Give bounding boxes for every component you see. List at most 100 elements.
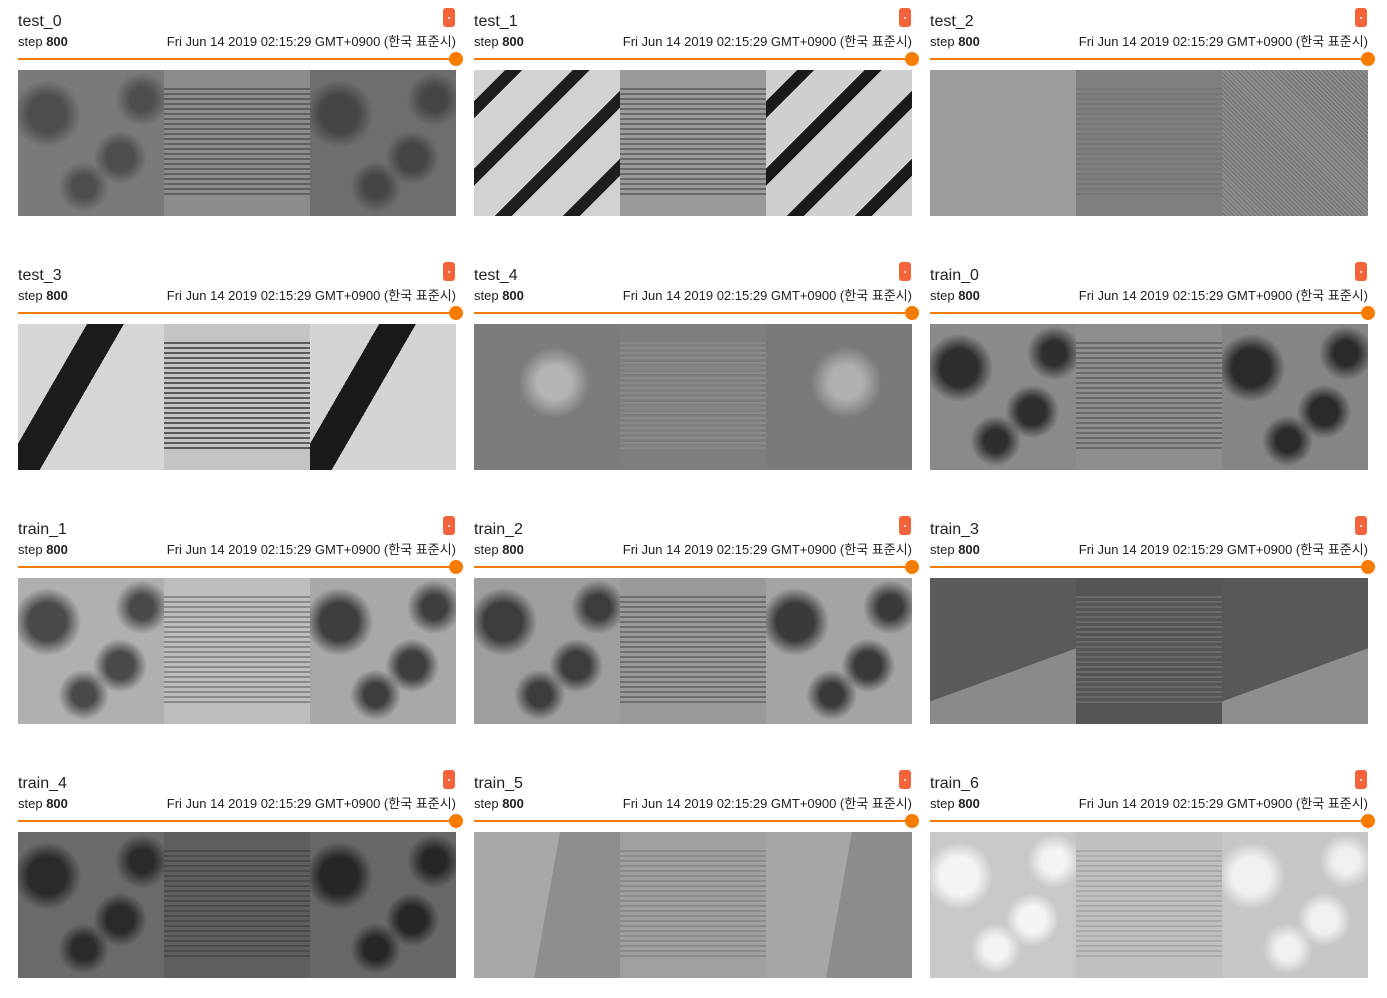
card-menu-icon[interactable] [1355,8,1367,27]
step-slider[interactable] [930,306,1375,320]
input-image [474,578,620,724]
step-slider[interactable] [18,560,463,574]
slider-knob[interactable] [1361,306,1375,320]
slider-knob[interactable] [905,52,919,66]
slider-knob[interactable] [905,814,919,828]
step-value: 800 [502,542,524,557]
card-timestamp: Fri Jun 14 2019 02:15:29 GMT+0900 (한국 표준… [622,542,912,557]
step-label: step [18,542,43,557]
step-indicator: step 800 [18,34,68,50]
slider-knob[interactable] [1361,560,1375,574]
step-slider[interactable] [930,814,1375,828]
step-value: 800 [46,796,68,811]
card-title: train_3 [930,521,979,538]
card-title: test_4 [474,267,518,284]
input-image [18,832,164,978]
card-menu-icon[interactable] [899,770,911,789]
input-image [474,324,620,470]
slider-knob[interactable] [449,306,463,320]
output-image [164,832,310,978]
slider-knob[interactable] [449,814,463,828]
step-indicator: step 800 [474,796,524,812]
card-menu-icon[interactable] [1355,262,1367,281]
step-slider[interactable] [18,52,463,66]
output-image [1076,578,1222,724]
target-image [1222,324,1368,470]
target-image [766,578,912,724]
step-value: 800 [46,542,68,557]
reconstruction-square [164,596,310,706]
card-timestamp: Fri Jun 14 2019 02:15:29 GMT+0900 (한국 표준… [622,288,912,303]
step-label: step [474,34,499,49]
card-timestamp: Fri Jun 14 2019 02:15:29 GMT+0900 (한국 표준… [1078,542,1368,557]
reconstruction-square [620,342,766,452]
image-strip [930,70,1368,216]
input-image [930,832,1076,978]
step-indicator: step 800 [18,288,68,304]
slider-knob[interactable] [905,306,919,320]
card-timestamp: Fri Jun 14 2019 02:15:29 GMT+0900 (한국 표준… [166,796,456,811]
image-card: train_5 step 800 Fri Jun 14 2019 02:15:2… [474,762,919,992]
card-menu-icon[interactable] [899,8,911,27]
step-slider[interactable] [930,52,1375,66]
image-strip [930,324,1368,470]
card-title: test_2 [930,13,974,30]
card-menu-icon[interactable] [899,516,911,535]
step-label: step [474,796,499,811]
slider-knob[interactable] [449,560,463,574]
step-slider[interactable] [18,306,463,320]
card-timestamp: Fri Jun 14 2019 02:15:29 GMT+0900 (한국 표준… [166,542,456,557]
image-strip [474,70,912,216]
output-image [1076,70,1222,216]
output-image [620,70,766,216]
slider-knob[interactable] [905,560,919,574]
step-slider[interactable] [930,560,1375,574]
target-image [1222,578,1368,724]
output-image [164,324,310,470]
step-slider[interactable] [474,814,919,828]
card-timestamp: Fri Jun 14 2019 02:15:29 GMT+0900 (한국 표준… [1078,288,1368,303]
image-strip [18,832,456,978]
card-menu-icon[interactable] [899,262,911,281]
input-image [474,832,620,978]
step-slider[interactable] [18,814,463,828]
slider-knob[interactable] [1361,52,1375,66]
reconstruction-square [620,850,766,960]
step-value: 800 [502,34,524,49]
image-strip [474,578,912,724]
output-image [1076,324,1222,470]
step-slider[interactable] [474,306,919,320]
step-slider[interactable] [474,560,919,574]
step-slider[interactable] [474,52,919,66]
slider-track [474,312,912,314]
target-image [310,832,456,978]
card-timestamp: Fri Jun 14 2019 02:15:29 GMT+0900 (한국 표준… [1078,34,1368,49]
image-card: train_0 step 800 Fri Jun 14 2019 02:15:2… [930,254,1375,484]
step-indicator: step 800 [474,542,524,558]
slider-knob[interactable] [449,52,463,66]
reconstruction-square [164,850,310,960]
card-menu-icon[interactable] [443,516,455,535]
reconstruction-square [1076,596,1222,706]
card-timestamp: Fri Jun 14 2019 02:15:29 GMT+0900 (한국 표준… [622,796,912,811]
target-image [310,578,456,724]
input-image [18,70,164,216]
card-menu-icon[interactable] [443,262,455,281]
step-indicator: step 800 [18,796,68,812]
slider-knob[interactable] [1361,814,1375,828]
card-menu-icon[interactable] [1355,770,1367,789]
card-menu-icon[interactable] [443,8,455,27]
step-label: step [930,542,955,557]
card-menu-icon[interactable] [443,770,455,789]
card-menu-icon[interactable] [1355,516,1367,535]
slider-track [18,820,456,822]
output-image [620,578,766,724]
input-image [930,578,1076,724]
target-image [766,324,912,470]
card-timestamp: Fri Jun 14 2019 02:15:29 GMT+0900 (한국 표준… [166,288,456,303]
step-value: 800 [958,796,980,811]
output-image [1076,832,1222,978]
image-card: test_2 step 800 Fri Jun 14 2019 02:15:29… [930,0,1375,230]
reconstruction-square [164,88,310,198]
step-value: 800 [958,542,980,557]
